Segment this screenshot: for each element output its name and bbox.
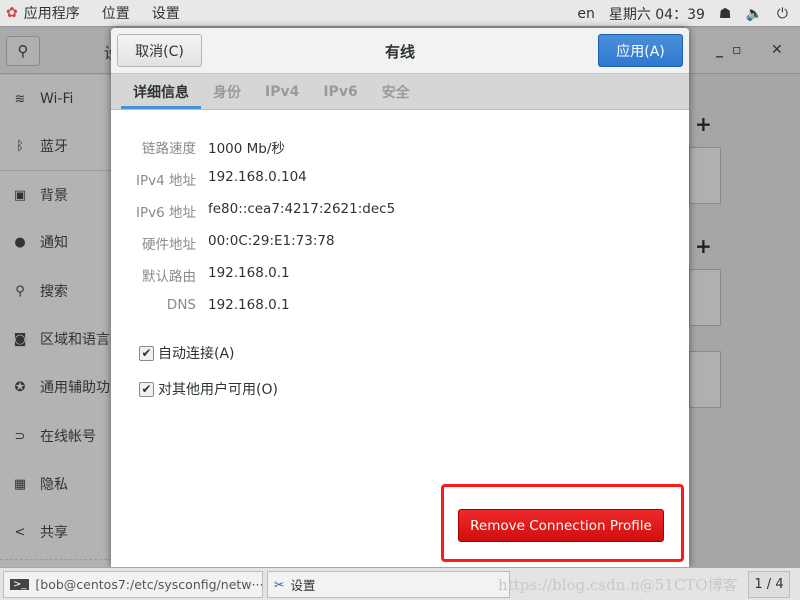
accessibility-icon: ✪ [14, 379, 26, 395]
sidebar-item-label: 共享 [40, 525, 68, 541]
check-icon: ✔ [139, 381, 154, 397]
remove-connection-profile-button[interactable]: Remove Connection Profile [458, 509, 664, 542]
taskbar-terminal[interactable]: >_ [bob@centos7:/etc/sysconfig/netw··· [3, 571, 263, 598]
share-icon: < [14, 524, 26, 540]
add-icon[interactable]: + [695, 234, 712, 258]
detail-label: 链路速度 [142, 141, 196, 157]
power-icon[interactable]: ⏻ [777, 6, 788, 22]
taskbar: >_ [bob@centos7:/etc/sysconfig/netw··· ✂ 设… [0, 567, 800, 600]
top-bar: ✿ 应用程序 位置 设置 en 星期六 04：39 ☗ 🔈 ⏻ [0, 0, 800, 27]
close-button[interactable]: ✕ [771, 42, 783, 58]
maximize-button[interactable]: ▫ [732, 42, 742, 58]
input-language[interactable]: en [577, 6, 595, 22]
network-icon[interactable]: ☗ [719, 6, 732, 22]
sidebar-item[interactable]: ⚲ 搜索 [0, 276, 68, 306]
detail-label: IPv6 地址 [136, 205, 196, 221]
divider [0, 559, 112, 560]
detail-label: DNS [166, 297, 196, 313]
privacy-icon: ▦ [13, 476, 27, 492]
tab-security[interactable]: 安全 [370, 74, 422, 109]
detail-label: IPv4 地址 [136, 173, 196, 189]
minimize-button[interactable]: _ [716, 42, 723, 58]
notification-icon: ● [14, 234, 26, 250]
sidebar-item[interactable]: ⊃ 在线帐号 [0, 421, 96, 451]
detail-label: 默认路由 [142, 269, 196, 285]
workspace-pager[interactable]: 1 / 4 [748, 571, 790, 598]
sidebar-item[interactable]: ▣ 背景 [0, 180, 68, 210]
sidebar-item[interactable]: ✪ 通用辅助功能 [0, 372, 112, 402]
detail-value: fe80::cea7:4217:2621:dec5 [208, 201, 396, 217]
sidebar-item[interactable]: ◙ 区域和语言 [0, 324, 110, 354]
detail-value: 192.168.0.1 [208, 297, 290, 313]
sidebar-item-label: 区域和语言 [40, 332, 110, 348]
detail-label: 硬件地址 [142, 237, 196, 253]
region-icon: ◙ [13, 331, 27, 347]
sidebar-item[interactable]: ● 通知 [0, 227, 68, 257]
wifi-icon: ≋ [14, 91, 26, 107]
search-button[interactable]: ⚲ [6, 36, 40, 66]
sidebar-item[interactable]: ᛒ 蓝牙 [0, 131, 68, 161]
bluetooth-icon: ᛒ [16, 138, 24, 154]
tools-icon: ✂ [274, 577, 285, 592]
tab-bar: 详细信息 身份 IPv4 IPv6 安全 [111, 74, 689, 110]
sidebar-item-label: 蓝牙 [40, 139, 68, 155]
sidebar-item[interactable]: ▦ 隐私 [0, 469, 68, 499]
taskbar-settings[interactable]: ✂ 设置 [267, 571, 510, 598]
volume-icon[interactable]: 🔈 [745, 6, 762, 22]
panel-box [689, 269, 721, 326]
sidebar-item[interactable]: < 共享 [0, 517, 68, 547]
sidebar-item-label: 隐私 [40, 477, 68, 493]
terminal-icon: >_ [10, 579, 30, 590]
settings-menu[interactable]: 设置 [152, 3, 180, 23]
settings-sidebar: ≋ Wi-Fi ᛒ 蓝牙 ▣ 背景 ● 通知 ⚲ 搜索 ◙ 区域和语言 ✪ 通用辅助功能 ⊃ 在线帐号 ▦ 隐私 <… [0, 75, 112, 567]
sidebar-item-label: 通用辅助功能 [40, 380, 112, 396]
sidebar-item-label: 通知 [40, 235, 68, 251]
applications-menu[interactable]: 应用程序 [24, 3, 80, 23]
sidebar-item-label: 背景 [40, 188, 68, 204]
activities-logo-icon: ✿ [6, 5, 18, 21]
detail-value: 1000 Mb/秒 [208, 141, 285, 157]
auto-connect-checkbox[interactable]: ✔ 自动连接(A) [139, 343, 235, 363]
add-icon[interactable]: + [695, 112, 712, 136]
all-users-checkbox[interactable]: ✔ 对其他用户可用(O) [139, 379, 278, 399]
panel-box [689, 147, 721, 204]
sidebar-item[interactable]: ≋ Wi-Fi [0, 84, 74, 114]
search-icon: ⚲ [17, 42, 29, 60]
tab-ipv6[interactable]: IPv6 [311, 74, 369, 109]
online-accounts-icon: ⊃ [14, 428, 26, 444]
detail-value: 192.168.0.1 [208, 265, 290, 281]
detail-value: 192.168.0.104 [208, 169, 307, 185]
detail-value: 00:0C:29:E1:73:78 [208, 233, 335, 249]
check-icon: ✔ [139, 345, 154, 361]
places-menu[interactable]: 位置 [102, 3, 130, 23]
background-icon: ▣ [13, 187, 27, 203]
panel-box [689, 351, 721, 408]
wired-dialog: 取消(C) 有线 应用(A) 详细信息 身份 IPv4 IPv6 安全 链路速度… [111, 28, 689, 567]
apply-button[interactable]: 应用(A) [598, 34, 683, 67]
sidebar-item-label: Wi-Fi [40, 91, 74, 107]
divider [0, 170, 112, 171]
tab-details[interactable]: 详细信息 [121, 74, 201, 109]
tab-ipv4[interactable]: IPv4 [253, 74, 311, 109]
sidebar-item-label: 在线帐号 [40, 429, 96, 445]
watermark: https://blog.csdn.n@51CTO博客 [498, 576, 738, 594]
clock[interactable]: 星期六 04：39 [609, 4, 705, 24]
search-icon: ⚲ [15, 283, 25, 299]
sidebar-item-label: 搜索 [40, 284, 68, 300]
tab-identity[interactable]: 身份 [201, 74, 253, 109]
